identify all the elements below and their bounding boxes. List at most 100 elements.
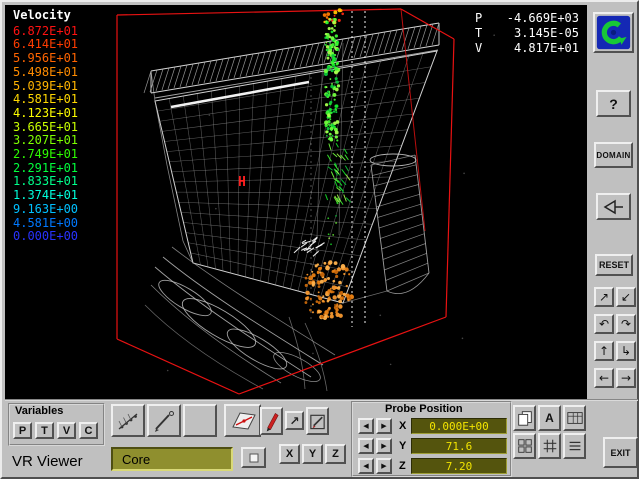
variable-label: P	[19, 425, 26, 437]
letter-a-icon: A	[545, 411, 554, 425]
mini-grid-icon	[516, 437, 534, 455]
rake-probe-tool-button[interactable]	[111, 404, 145, 437]
list-view-button[interactable]	[563, 433, 586, 459]
probe-x-increment-button[interactable]: ▶	[376, 418, 392, 434]
pan-up-button[interactable]: ↑	[594, 341, 614, 361]
help-label: ?	[609, 96, 618, 112]
blank-tool-button[interactable]	[183, 404, 217, 437]
variables-title: Variables	[13, 405, 65, 417]
point-probe-tool-button[interactable]	[147, 404, 181, 437]
readout-row-pressure: P -4.669E+03	[475, 11, 579, 26]
legend-entry: 3.665E+01	[13, 121, 78, 135]
reset-view-button[interactable]: RESET	[595, 254, 633, 276]
axis-z-button[interactable]: Z	[325, 444, 346, 464]
legend-title: Velocity	[13, 9, 78, 23]
rake-probe-icon	[115, 409, 141, 433]
list-icon	[566, 437, 584, 455]
increment-icon: ▶	[381, 422, 386, 430]
legend-entry: 1.374E+01	[13, 189, 78, 203]
axis-z-label: Z	[332, 448, 339, 460]
exit-button[interactable]: EXIT	[603, 437, 638, 468]
3d-scene[interactable]: H	[5, 5, 587, 399]
axis-y-button[interactable]: Y	[302, 444, 323, 464]
grid-cells-button[interactable]	[513, 433, 536, 459]
part-selector[interactable]: Core	[111, 447, 233, 471]
pick-probe-button[interactable]	[596, 193, 631, 220]
probe-y-decrement-button[interactable]: ◀	[358, 438, 374, 454]
arrow-corner-icon: ↳	[621, 345, 631, 357]
legend-entry: 9.163E+00	[13, 203, 78, 217]
increment-icon: ▶	[381, 442, 386, 450]
legend-entry: 0.000E+00	[13, 230, 78, 244]
velocity-legend: Velocity 6.872E+01 6.414E+01 5.956E+01 5…	[13, 9, 78, 244]
zoom-out-button[interactable]: ↙	[616, 287, 636, 307]
increment-icon: ▶	[381, 462, 386, 470]
variable-label: C	[85, 425, 93, 437]
mesh-toggle-button[interactable]	[538, 433, 561, 459]
readout-row-velocity: V 4.817E+01	[475, 41, 579, 56]
clip-plane-icon	[228, 408, 258, 434]
probe-x-decrement-button[interactable]: ◀	[358, 418, 374, 434]
render-viewport[interactable]: H Velocity 6.872E+01 6.414E+01 5.956E+01…	[5, 5, 587, 399]
rotate-ccw-button[interactable]: ↶	[594, 314, 614, 334]
decrement-icon: ◀	[363, 422, 368, 430]
decrement-icon: ◀	[363, 462, 368, 470]
zoom-in-button[interactable]: ↗	[594, 287, 614, 307]
arrow-tool-button[interactable]: ↗	[285, 411, 304, 430]
legend-entry: 3.207E+01	[13, 134, 78, 148]
table-grid-icon	[566, 409, 584, 427]
probe-x-value[interactable]: 0.000E+00	[411, 418, 507, 434]
variables-group: Variables P T V C	[8, 403, 105, 446]
readout-label: P	[475, 11, 482, 26]
plane-toggle-button[interactable]	[241, 447, 266, 468]
logo-button[interactable]	[593, 12, 634, 53]
pan-left-button[interactable]: ←	[594, 368, 614, 388]
legend-entry: 4.581E+01	[13, 93, 78, 107]
probe-z-decrement-button[interactable]: ◀	[358, 458, 374, 474]
probe-position-group: Probe Position ◀ ▶ X 0.000E+00 ◀ ▶ Y 71.…	[351, 401, 512, 477]
variable-pressure-button[interactable]: P	[13, 422, 32, 439]
probe-y-increment-button[interactable]: ▶	[376, 438, 392, 454]
white-square-icon	[246, 451, 262, 465]
app-title: VR Viewer	[12, 453, 83, 470]
probe-y-value[interactable]: 71.6	[411, 438, 507, 454]
probe-z-label: Z	[399, 460, 406, 472]
variable-temperature-button[interactable]: T	[35, 422, 54, 439]
pencil-tool-button[interactable]	[260, 407, 283, 435]
point-probe-icon	[151, 409, 177, 433]
legend-entry: 4.581E+00	[13, 217, 78, 231]
legend-entry: 5.039E+01	[13, 80, 78, 94]
arrow-sw-icon: ↙	[621, 291, 631, 303]
decrement-icon: ◀	[363, 442, 368, 450]
axis-x-label: X	[286, 448, 293, 460]
clip-plane-tool-button[interactable]	[224, 404, 261, 437]
domain-button[interactable]: DOMAIN	[594, 142, 633, 168]
help-button[interactable]: ?	[596, 90, 631, 117]
axis-y-label: Y	[309, 448, 316, 460]
copy-view-button[interactable]	[513, 405, 536, 431]
variable-velocity-button[interactable]: V	[57, 422, 76, 439]
pan-right-button[interactable]: →	[616, 368, 636, 388]
variable-concentration-button[interactable]: C	[79, 422, 98, 439]
probe-z-value[interactable]: 7.20	[411, 458, 507, 474]
hash-icon	[541, 437, 559, 455]
probe-z-text: 7.20	[446, 460, 473, 473]
svg-text:H: H	[238, 175, 246, 190]
probe-y-text: 71.6	[446, 440, 473, 453]
axis-x-button[interactable]: X	[279, 444, 300, 464]
readout-value: 3.145E-05	[514, 26, 579, 41]
table-view-button[interactable]	[563, 405, 586, 431]
legend-entry: 1.833E+01	[13, 175, 78, 189]
pick-triangle-icon	[602, 199, 626, 215]
variable-label: T	[41, 425, 48, 437]
arrow-right-icon: →	[621, 372, 631, 384]
annotate-tool-button[interactable]	[306, 407, 329, 435]
readout-label: V	[475, 41, 482, 56]
annotation-text-button[interactable]: A	[538, 405, 561, 431]
legend-entry: 4.123E+01	[13, 107, 78, 121]
probe-y-label: Y	[399, 440, 406, 452]
probe-z-increment-button[interactable]: ▶	[376, 458, 392, 474]
legend-entry: 5.956E+01	[13, 52, 78, 66]
rotate-cw-button[interactable]: ↷	[616, 314, 636, 334]
pan-corner-button[interactable]: ↳	[616, 341, 636, 361]
